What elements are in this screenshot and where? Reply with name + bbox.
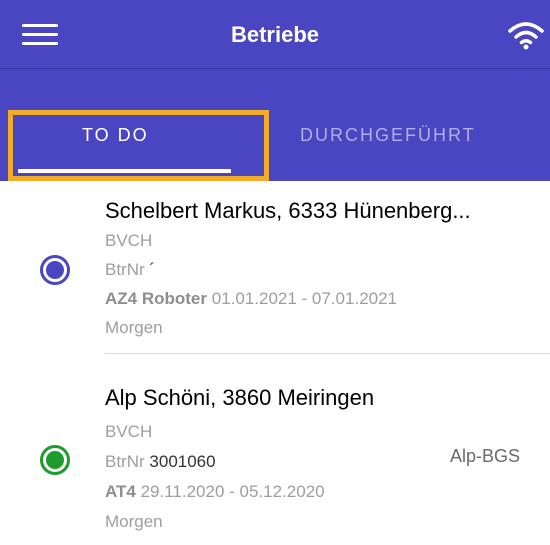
- item-name: Alp Schöni, 3860 Meiringen: [105, 385, 375, 410]
- item-org: BVCH: [105, 422, 153, 441]
- list-divider: [105, 353, 550, 354]
- item-btrnr: BtrNr 3001060: [105, 452, 216, 472]
- program-name: AT4: [105, 482, 136, 501]
- page-title: Betriebe: [230, 22, 320, 47]
- wifi-icon: [508, 22, 544, 50]
- app-bar: Betriebe: [0, 0, 550, 68]
- list-item[interactable]: Schelbert Markus, 6333 Hünenberg... BVCH…: [0, 190, 550, 350]
- list-item[interactable]: Alp Schöni, 3860 Meiringen BVCH BtrNr 30…: [0, 372, 550, 537]
- btrnr-value: 3001060: [149, 452, 216, 471]
- item-name: Schelbert Markus, 6333 Hünenberg...: [105, 198, 471, 223]
- item-program: AZ4 Roboter 01.01.2021 - 07.01.2021: [105, 289, 397, 309]
- active-tab-indicator: [18, 169, 231, 173]
- tab-bar: TO DO DURCHGEFÜHRT: [0, 69, 550, 181]
- status-radio-icon[interactable]: [40, 255, 70, 285]
- tab-todo[interactable]: TO DO: [82, 125, 149, 146]
- status-radio-icon[interactable]: [40, 445, 70, 475]
- item-btrnr: BtrNr ´: [105, 260, 155, 280]
- tab-durchgefuehrt[interactable]: DURCHGEFÜHRT: [300, 125, 476, 146]
- btrnr-label: BtrNr: [105, 452, 145, 471]
- status-dot: [46, 451, 64, 469]
- btrnr-label: BtrNr: [105, 260, 145, 279]
- item-side-label: Alp-BGS: [450, 446, 521, 466]
- program-name: AZ4 Roboter: [105, 289, 207, 308]
- item-org: BVCH: [105, 231, 153, 250]
- program-period: 29.11.2020 - 05.12.2020: [140, 482, 325, 501]
- btrnr-value: ´: [149, 260, 156, 279]
- program-period: 01.01.2021 - 07.01.2021: [211, 289, 398, 308]
- item-program: AT4 29.11.2020 - 05.12.2020: [105, 482, 325, 502]
- status-dot: [46, 261, 64, 279]
- item-when: Morgen: [105, 512, 163, 531]
- item-when: Morgen: [105, 318, 163, 337]
